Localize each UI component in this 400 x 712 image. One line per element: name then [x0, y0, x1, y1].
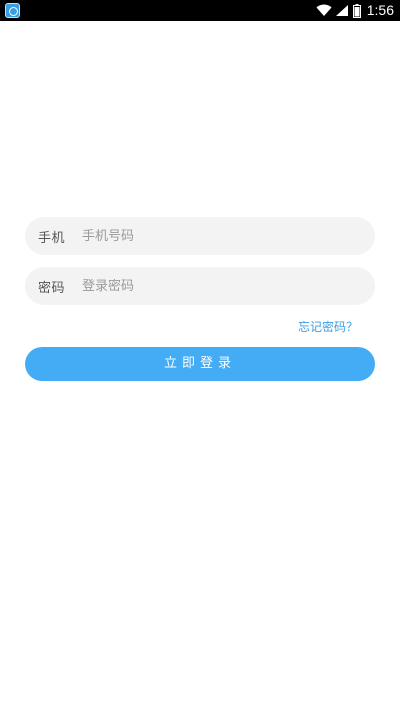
status-icons: 1:56	[316, 0, 394, 21]
password-input[interactable]	[82, 278, 352, 294]
app-icon	[5, 3, 20, 18]
status-time: 1:56	[366, 2, 394, 18]
login-button[interactable]: 立即登录	[25, 347, 375, 381]
battery-icon	[352, 3, 361, 18]
phone-label: 手机	[38, 230, 66, 246]
wifi-icon	[316, 4, 332, 16]
phone-field[interactable]: 手机	[25, 217, 375, 255]
password-field[interactable]: 密码	[25, 267, 375, 305]
phone-input[interactable]	[82, 228, 352, 244]
password-label: 密码	[38, 280, 66, 296]
status-bar: 1:56	[0, 0, 400, 21]
forgot-password-link[interactable]: 忘记密码？	[298, 318, 358, 335]
signal-icon	[335, 5, 348, 16]
